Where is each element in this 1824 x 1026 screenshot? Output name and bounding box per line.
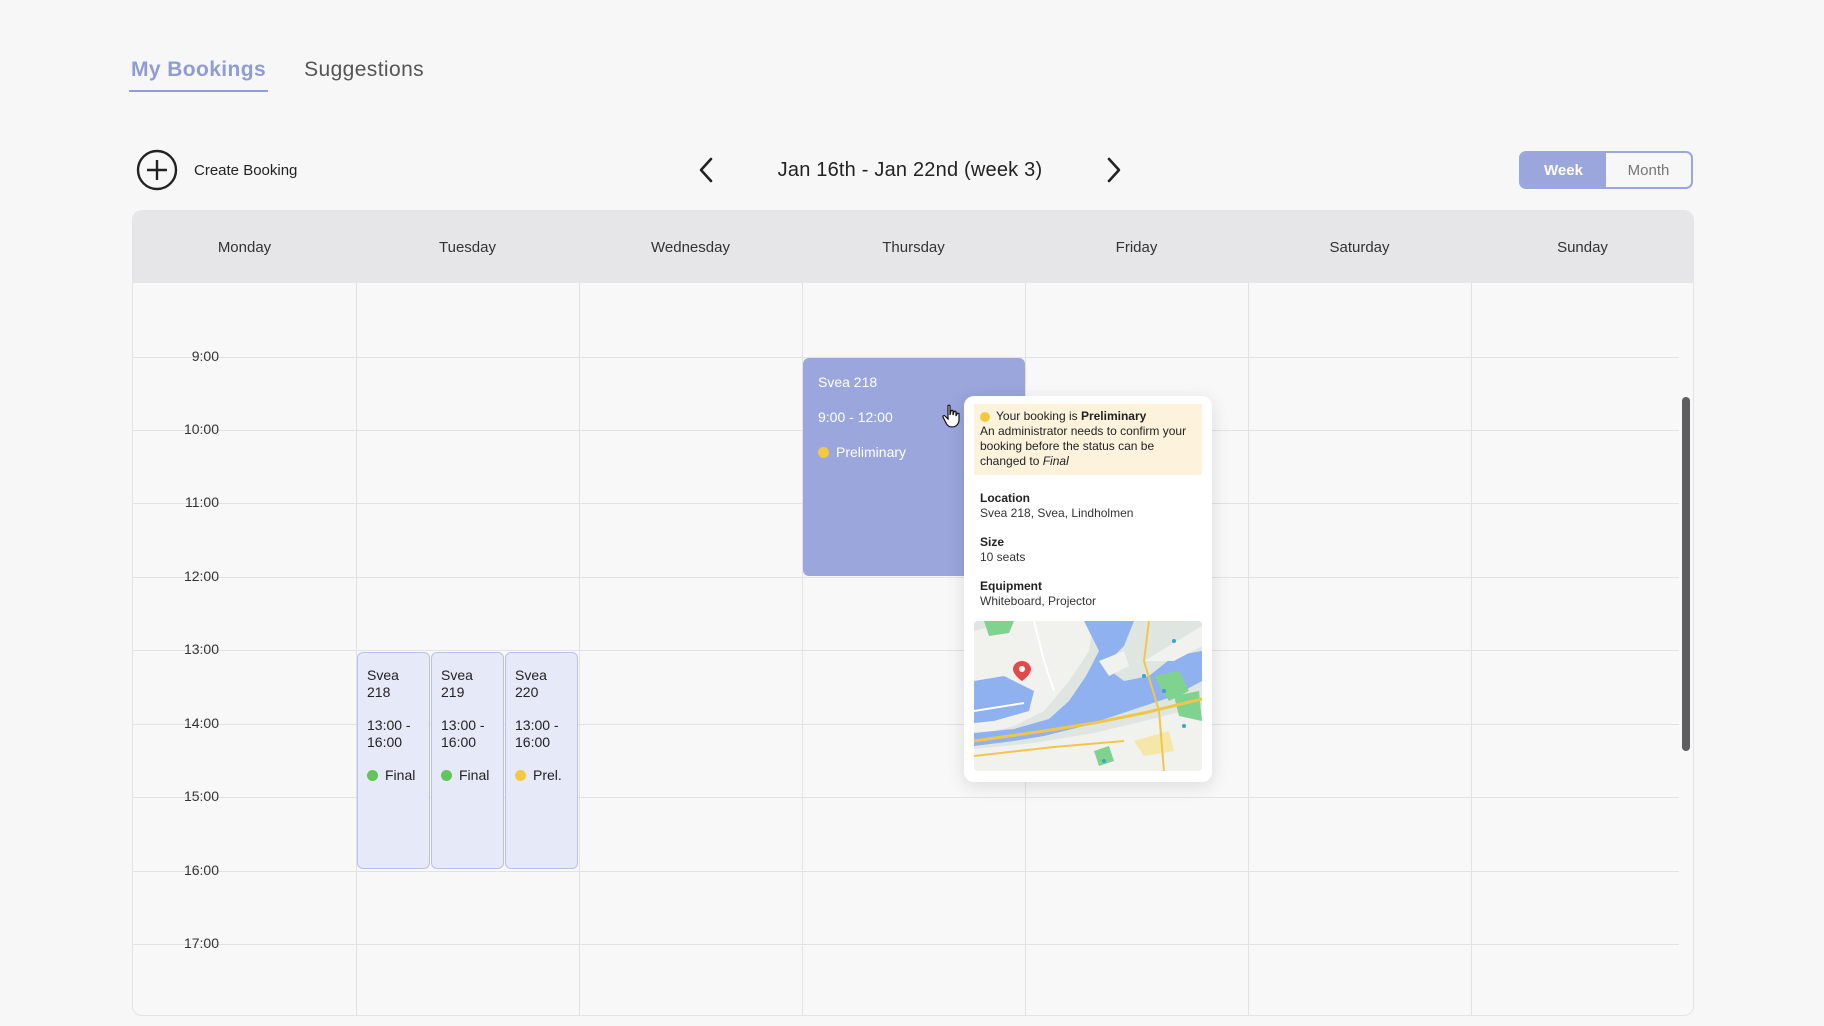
calendar-scrollbar[interactable] — [1682, 397, 1690, 751]
event-status: Final — [367, 767, 420, 783]
week-navigator: Jan 16th - Jan 22nd (week 3) — [690, 150, 1130, 190]
event-title: Svea 218 — [367, 667, 399, 700]
hour-line — [133, 577, 1679, 578]
time-label: 9:00 — [191, 348, 219, 364]
time-label: 12:00 — [183, 568, 219, 584]
month-view-button[interactable]: Month — [1606, 153, 1691, 187]
status-dot-icon — [515, 769, 526, 781]
preliminary-notice: Your booking is Preliminary An administr… — [974, 404, 1202, 475]
create-booking-button[interactable]: Create Booking — [136, 149, 297, 191]
week-range-label: Jan 16th - Jan 22nd (week 3) — [777, 158, 1043, 181]
notice-body: An administrator needs to confirm your b… — [980, 424, 1187, 468]
status-dot-icon — [818, 446, 829, 458]
event-title: Svea 219 — [441, 667, 473, 700]
status-label: Final — [385, 767, 416, 783]
status-dot-icon — [367, 769, 378, 781]
tab-suggestions[interactable]: Suggestions — [304, 58, 424, 92]
tab-bar: My Bookings Suggestions — [129, 58, 424, 92]
day-header-thursday: Thursday — [882, 238, 945, 256]
day-header-saturday: Saturday — [1329, 238, 1390, 256]
hour-line — [133, 871, 1679, 872]
hour-line — [133, 944, 1679, 945]
status-label: Prel. — [533, 767, 562, 783]
time-label: 13:00 — [183, 641, 219, 657]
booking-event-svea-219-tuesday[interactable]: Svea 219 13:00 -16:00 Final — [431, 652, 504, 869]
time-label: 16:00 — [183, 862, 219, 878]
status-label: Preliminary — [836, 444, 907, 460]
event-time: 13:00 -16:00 — [441, 717, 485, 750]
notice-heading: Your booking is Preliminary — [980, 409, 1196, 424]
time-label: 11:00 — [185, 494, 219, 510]
week-calendar: Monday Tuesday Wednesday Thursday Friday… — [132, 210, 1694, 1016]
size-info: Size 10 seats — [974, 535, 1202, 565]
location-value: Svea 218, Svea, Lindholmen — [980, 506, 1134, 520]
booking-event-svea-220-tuesday[interactable]: Svea 220 13:00 -16:00 Prel. — [505, 652, 578, 869]
chevron-right-icon — [1107, 157, 1121, 183]
size-label: Size — [980, 535, 1005, 549]
next-week-button[interactable] — [1098, 152, 1130, 188]
time-label: 14:00 — [183, 715, 219, 731]
event-time: 13:00 -16:00 — [367, 717, 411, 750]
status-dot-icon — [441, 769, 452, 781]
status-label: Final — [459, 767, 490, 783]
event-title: Svea 218 — [818, 374, 878, 390]
view-toggle: Week Month — [1519, 151, 1693, 189]
hour-line — [133, 650, 1679, 651]
day-header-monday: Monday — [217, 238, 272, 256]
size-value: 10 seats — [980, 550, 1026, 564]
chevron-left-icon — [699, 157, 713, 183]
time-label: 15:00 — [183, 788, 219, 804]
plus-circle-icon — [136, 149, 178, 191]
location-info: Location Svea 218, Svea, Lindholmen — [974, 491, 1202, 521]
create-booking-label: Create Booking — [194, 161, 298, 179]
location-map[interactable] — [973, 620, 1203, 772]
day-header-friday: Friday — [1115, 238, 1158, 256]
status-dot-icon — [980, 411, 990, 422]
time-label: 17:00 — [183, 935, 219, 951]
time-label: 10:00 — [183, 421, 219, 437]
day-header-tuesday: Tuesday — [439, 238, 496, 256]
tab-my-bookings[interactable]: My Bookings — [129, 58, 269, 92]
event-title: Svea 220 — [515, 667, 547, 700]
calendar-grid[interactable]: 9:00 10:00 11:00 12:00 13:00 14:00 15:00… — [133, 283, 1679, 1015]
week-view-button[interactable]: Week — [1521, 153, 1606, 187]
equipment-label: Equipment — [980, 579, 1042, 593]
day-header-sunday: Sunday — [1557, 238, 1608, 256]
notice-title: Your booking is Preliminary — [996, 409, 1147, 423]
previous-week-button[interactable] — [690, 152, 722, 188]
equipment-info: Equipment Whiteboard, Projector — [974, 579, 1202, 609]
event-status: Prel. — [515, 767, 568, 783]
event-time: 13:00 -16:00 — [515, 717, 559, 750]
equipment-value: Whiteboard, Projector — [980, 594, 1097, 608]
booking-event-svea-218-tuesday[interactable]: Svea 218 13:00 -16:00 Final — [357, 652, 430, 869]
calendar-header: Monday Tuesday Wednesday Thursday Friday… — [133, 211, 1693, 283]
location-label: Location — [980, 491, 1030, 505]
booking-details-popover: Your booking is Preliminary An administr… — [964, 396, 1212, 782]
event-status: Final — [441, 767, 494, 783]
day-header-wednesday: Wednesday — [651, 238, 730, 256]
